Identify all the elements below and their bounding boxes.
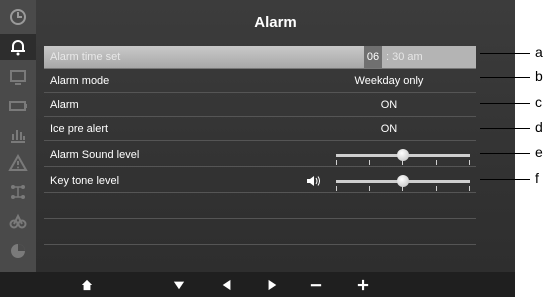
page-title: Alarm: [254, 14, 297, 31]
callout-line: [480, 103, 530, 104]
alarm-sound-level-row[interactable]: Alarm Sound level: [44, 144, 476, 167]
callout-line: [480, 153, 530, 154]
divider: [44, 218, 476, 219]
slider-knob[interactable]: [397, 175, 409, 187]
ice-pre-alert-row[interactable]: Ice pre alert ON: [44, 118, 476, 141]
callout-letter: b: [535, 68, 543, 84]
alarm-value[interactable]: ON: [344, 99, 434, 111]
device-screen: Alarm Alarm time set 06 : 30 am Alarm mo…: [0, 0, 515, 297]
hour-field[interactable]: 06: [364, 46, 382, 68]
display-icon[interactable]: [7, 66, 29, 88]
row-label: Alarm Sound level: [50, 149, 140, 161]
callout-line: [480, 53, 530, 54]
callout-line: [480, 179, 530, 180]
slider-tick: [469, 160, 470, 165]
network-icon[interactable]: [7, 181, 29, 203]
callout-letter: f: [535, 170, 539, 186]
clock-icon[interactable]: [7, 6, 29, 28]
callout-letter: e: [535, 144, 543, 160]
callout-line: [480, 128, 530, 129]
bell-icon[interactable]: [0, 34, 36, 60]
divider: [44, 244, 476, 245]
alarm-time-set-row[interactable]: Alarm time set 06 : 30 am: [44, 46, 476, 69]
callout-letter: a: [535, 44, 543, 60]
pie-icon[interactable]: [7, 240, 29, 262]
down-arrow-icon[interactable]: [170, 276, 188, 294]
row-label: Alarm time set: [50, 51, 121, 63]
alarm-sound-slider[interactable]: [336, 149, 470, 165]
row-label: Ice pre alert: [50, 123, 109, 135]
callout-b: b: [480, 68, 547, 84]
alarm-mode-row[interactable]: Alarm mode Weekday only: [44, 70, 476, 93]
callout-letter: d: [535, 119, 543, 135]
key-tone-slider[interactable]: [336, 175, 470, 191]
slider-tick: [369, 186, 370, 191]
slider-tick: [436, 160, 437, 165]
minus-icon[interactable]: [307, 276, 325, 294]
row-label: Alarm mode: [50, 75, 110, 87]
row-label: Alarm: [50, 99, 79, 111]
home-icon[interactable]: [78, 276, 96, 294]
bottom-toolbar: [0, 272, 515, 297]
ice-pre-alert-value[interactable]: ON: [344, 123, 434, 135]
left-arrow-icon[interactable]: [218, 276, 236, 294]
alarm-row[interactable]: Alarm ON: [44, 94, 476, 117]
slider-knob[interactable]: [397, 149, 409, 161]
row-label: Key tone level: [50, 175, 120, 187]
slider-tick: [436, 186, 437, 191]
right-arrow-icon[interactable]: [263, 276, 281, 294]
chart-icon[interactable]: [7, 124, 29, 146]
slider-tick: [336, 186, 337, 191]
callout-e: e: [480, 144, 547, 160]
callout-f: f: [480, 170, 547, 186]
battery-icon[interactable]: [7, 95, 29, 117]
callout-c: c: [480, 94, 547, 110]
alarm-mode-value[interactable]: Weekday only: [344, 75, 434, 87]
speaker-icon: [307, 176, 320, 186]
minute-ampm-field[interactable]: : 30 am: [386, 51, 423, 63]
slider-tick: [369, 160, 370, 165]
callout-letter: c: [535, 94, 542, 110]
warning-icon[interactable]: [7, 152, 29, 174]
slider-tick: [469, 186, 470, 191]
plus-icon[interactable]: [354, 276, 372, 294]
key-tone-level-row[interactable]: Key tone level: [44, 170, 476, 193]
callout-a: a: [480, 44, 547, 60]
tools-icon[interactable]: [7, 210, 29, 232]
callout-d: d: [480, 119, 547, 135]
callout-line: [480, 77, 530, 78]
sidebar: [0, 0, 36, 272]
slider-tick: [336, 160, 337, 165]
